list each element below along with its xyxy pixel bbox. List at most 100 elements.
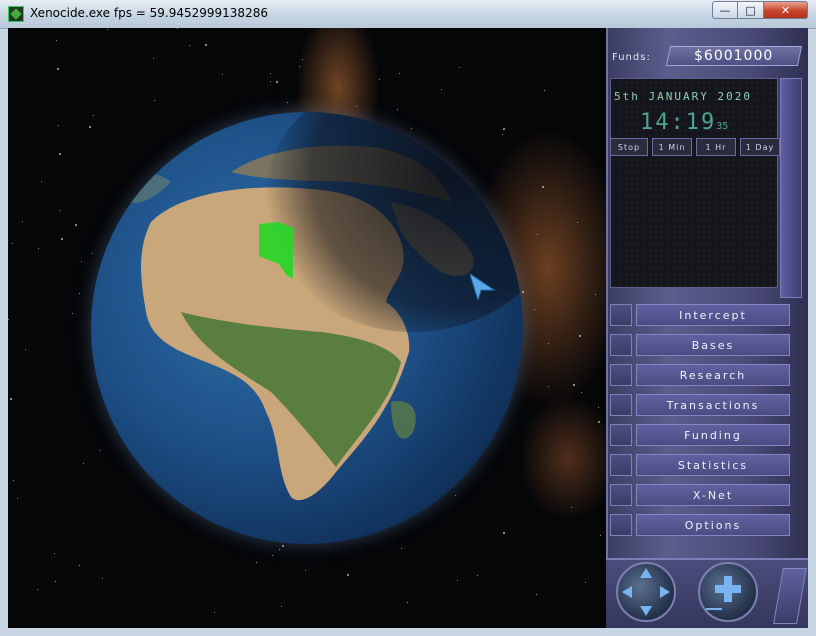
- star: [299, 66, 300, 67]
- menu-row-intercept: Intercept: [610, 304, 790, 328]
- minimize-button[interactable]: —: [712, 1, 738, 19]
- star: [281, 606, 282, 607]
- star: [571, 507, 572, 508]
- star: [177, 28, 178, 29]
- star: [522, 291, 524, 293]
- star: [100, 450, 101, 451]
- zoom-in-icon[interactable]: [698, 562, 758, 622]
- game-time: 14:1935: [640, 110, 728, 135]
- funding-button[interactable]: Funding: [636, 424, 790, 446]
- speed-1day-button[interactable]: 1 Day: [740, 138, 780, 156]
- star: [10, 398, 12, 400]
- star: [8, 319, 9, 320]
- star: [55, 581, 56, 582]
- star: [356, 106, 357, 107]
- transactions-button[interactable]: Transactions: [636, 394, 790, 416]
- options-button[interactable]: Options: [636, 514, 790, 536]
- star: [93, 115, 94, 116]
- star: [205, 44, 207, 46]
- star: [83, 463, 84, 464]
- rotate-arrows-icon: [622, 568, 670, 616]
- geoscape-view[interactable]: [8, 28, 606, 628]
- speed-1hr-button[interactable]: 1 Hr: [696, 138, 736, 156]
- star: [573, 384, 575, 386]
- menu-row-statistics: Statistics: [610, 454, 790, 478]
- window-controls: — □ ✕: [712, 1, 808, 19]
- star: [537, 234, 538, 235]
- star: [536, 594, 537, 595]
- star: [57, 68, 59, 70]
- menu-tab: [610, 484, 632, 506]
- star: [548, 343, 549, 344]
- star: [407, 602, 408, 603]
- star: [577, 222, 578, 223]
- star: [544, 90, 545, 91]
- star: [534, 309, 535, 310]
- menu-row-funding: Funding: [610, 424, 790, 448]
- star: [37, 589, 38, 590]
- star: [302, 59, 303, 60]
- star: [107, 29, 108, 30]
- app-window: Xenocide.exe fps = 59.9452999138286 — □ …: [0, 0, 816, 636]
- pointer-cursor-icon: [470, 274, 496, 300]
- menu-tab: [610, 304, 632, 326]
- star: [272, 555, 273, 556]
- speed-stop-button[interactable]: Stop: [610, 138, 648, 156]
- star: [61, 238, 63, 240]
- globe-rotate-icon[interactable]: [616, 562, 676, 622]
- time-hours-minutes: 14:19: [640, 110, 717, 135]
- funds-label: Funds:: [612, 52, 651, 63]
- xenocide-app-icon[interactable]: [8, 6, 24, 22]
- star: [441, 89, 442, 90]
- star: [455, 495, 456, 496]
- star: [222, 74, 223, 75]
- star: [102, 578, 103, 579]
- star: [503, 532, 505, 534]
- star: [256, 562, 257, 563]
- speed-1min-button[interactable]: 1 Min: [652, 138, 692, 156]
- star: [459, 67, 460, 68]
- close-button[interactable]: ✕: [764, 1, 808, 19]
- bases-button[interactable]: Bases: [636, 334, 790, 356]
- star: [214, 612, 215, 613]
- research-button[interactable]: Research: [636, 364, 790, 386]
- star: [56, 40, 57, 41]
- game-viewport: Funds: $6001000 5th JANUARY 2020 14:1935…: [8, 28, 808, 628]
- intercept-button[interactable]: Intercept: [636, 304, 790, 326]
- star: [154, 100, 155, 101]
- menu-tab: [610, 334, 632, 356]
- menu-row-xnet: X-Net: [610, 484, 790, 508]
- star: [595, 294, 596, 295]
- star: [270, 81, 271, 82]
- title-bar[interactable]: Xenocide.exe fps = 59.9452999138286 — □ …: [0, 0, 816, 29]
- star: [79, 293, 80, 294]
- star: [579, 335, 581, 337]
- star: [585, 582, 586, 583]
- star: [276, 81, 278, 83]
- menu-tab: [610, 364, 632, 386]
- star: [153, 58, 154, 59]
- xnet-button[interactable]: X-Net: [636, 484, 790, 506]
- star: [81, 261, 82, 262]
- menu-tab: [610, 394, 632, 416]
- star: [22, 221, 23, 222]
- statistics-button[interactable]: Statistics: [636, 454, 790, 476]
- star: [282, 545, 284, 547]
- madagascar: [391, 401, 416, 439]
- star: [12, 243, 13, 244]
- star: [58, 125, 59, 126]
- star: [41, 181, 42, 182]
- star: [72, 313, 73, 314]
- star: [54, 553, 55, 554]
- earth-globe[interactable]: [91, 112, 523, 544]
- star: [17, 498, 18, 499]
- selected-region[interactable]: [259, 222, 295, 280]
- menu-tab: [610, 454, 632, 476]
- maximize-button[interactable]: □: [738, 1, 764, 19]
- menu-tab: [610, 424, 632, 446]
- star: [598, 421, 600, 423]
- star: [189, 45, 190, 46]
- funds-display: $6001000: [665, 46, 803, 66]
- star: [59, 153, 61, 155]
- star: [279, 549, 280, 550]
